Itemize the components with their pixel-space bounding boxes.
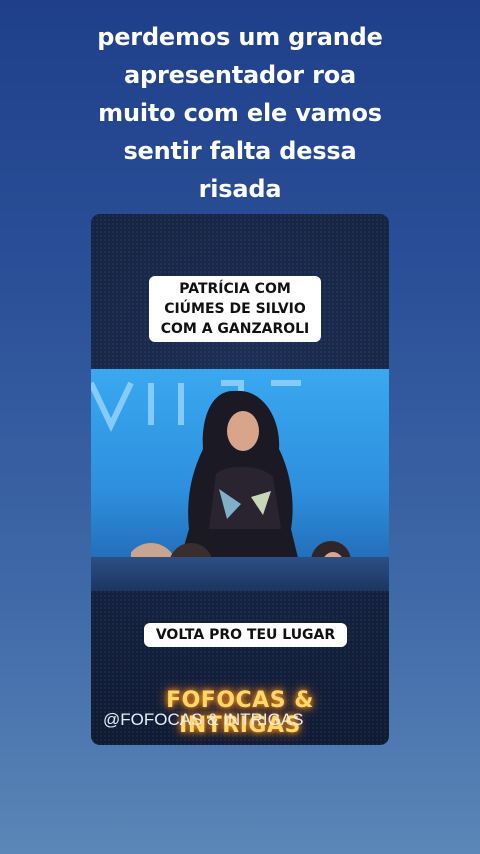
caption-line: risada [198, 175, 282, 203]
caption-line: muito com ele vamos [98, 99, 382, 127]
account-handle: @FOFOCAS & INTRIGAS [103, 710, 304, 729]
story-caption: perdemos um grande apresentador roa muit… [60, 18, 420, 208]
embedded-video[interactable]: PATRÍCIA COM CIÚMES DE SILVIO COM A GANZ… [91, 214, 389, 745]
top-caption-line: PATRÍCIA COM [179, 281, 291, 297]
video-top-caption: PATRÍCIA COM CIÚMES DE SILVIO COM A GANZ… [149, 276, 321, 342]
video-frame [91, 369, 389, 591]
caption-line: apresentador roa [124, 61, 356, 89]
video-mid-caption: VOLTA PRO TEU LUGAR [144, 623, 347, 647]
top-caption-line: COM A GANZAROLI [160, 321, 310, 337]
stage-floor [91, 557, 389, 591]
top-caption-line: CIÚMES DE SILVIO [164, 301, 306, 317]
caption-line: sentir falta dessa [123, 137, 357, 165]
caption-line: perdemos um grande [97, 23, 383, 51]
